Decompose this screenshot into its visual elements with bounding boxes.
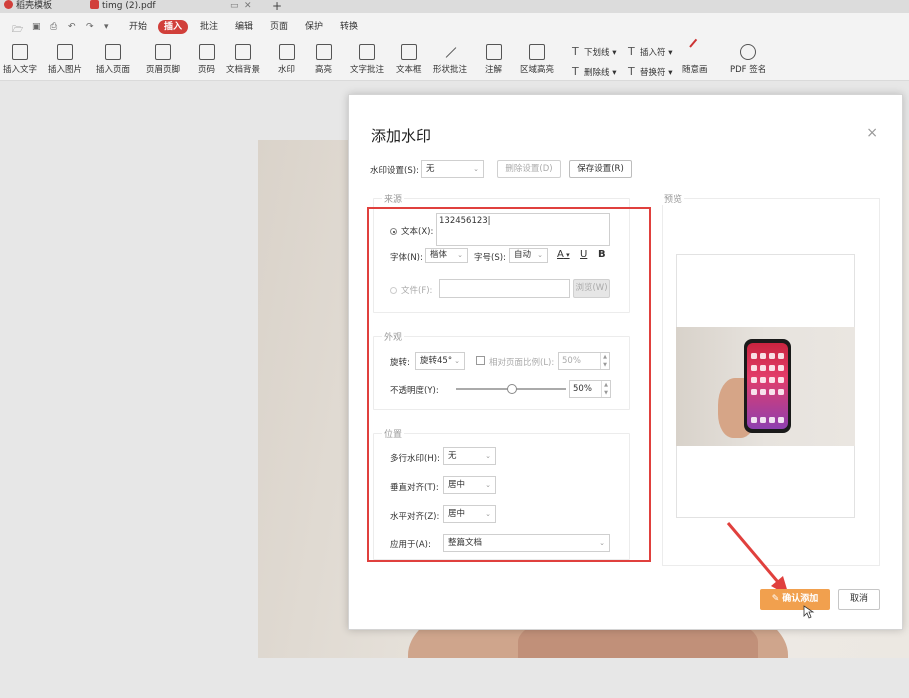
highlight-button[interactable]: 高亮 xyxy=(315,44,332,75)
app-icon xyxy=(760,365,766,371)
area-highlight-icon xyxy=(529,44,545,60)
textbox-button[interactable]: 文本框 xyxy=(396,44,422,75)
tab-close-icon[interactable]: ✕ xyxy=(244,0,252,13)
undo-icon[interactable]: ↶ xyxy=(68,22,76,32)
underline-icon: T xyxy=(572,45,579,58)
page-number-icon xyxy=(198,44,215,60)
save-setting-button[interactable]: 保存设置(R) xyxy=(569,160,632,178)
menu-comment[interactable]: 批注 xyxy=(200,20,218,34)
redo-icon[interactable]: ↷ xyxy=(86,22,94,32)
insert-image-button[interactable]: 插入图片 xyxy=(48,44,82,75)
quick-access-dropdown-icon[interactable]: ▾ xyxy=(104,22,109,32)
pdf-sign-button[interactable]: PDF 签名 xyxy=(730,44,766,75)
app-icon xyxy=(778,353,784,359)
watermark-icon xyxy=(278,44,295,60)
arrow-shaft xyxy=(726,522,785,589)
dialog-title: 添加水印 xyxy=(371,127,432,145)
cancel-button[interactable]: 取消 xyxy=(838,589,880,610)
menu-page[interactable]: 页面 xyxy=(270,20,288,34)
new-tab-button[interactable]: + xyxy=(272,0,282,13)
app-icon xyxy=(778,365,784,371)
dock-icon xyxy=(769,417,775,423)
confirm-add-button[interactable]: ✎ 确认添加 xyxy=(760,589,830,610)
app-icon xyxy=(760,389,766,395)
highlight-annotation-box xyxy=(367,207,651,562)
preview-title: 预览 xyxy=(662,192,685,205)
app-icon xyxy=(751,377,757,383)
app-icon xyxy=(760,353,766,359)
line-icon xyxy=(442,44,458,60)
insert-text-icon xyxy=(12,44,28,60)
image-icon xyxy=(57,44,73,60)
chevron-down-icon: ⌄ xyxy=(473,165,479,173)
menu-convert[interactable]: 转换 xyxy=(340,20,358,34)
close-icon[interactable]: × xyxy=(866,126,878,140)
print-icon[interactable]: ⎙ xyxy=(50,22,57,32)
header-footer-icon xyxy=(155,44,171,60)
mouse-cursor-icon xyxy=(803,605,815,619)
header-footer-button[interactable]: 页眉页脚 xyxy=(146,44,180,75)
open-folder-icon[interactable]: 🗁 xyxy=(12,22,23,38)
pdf-file-icon xyxy=(90,0,99,9)
insert-mark-button[interactable]: T 插入符 ▾ xyxy=(628,45,672,58)
add-page-icon xyxy=(105,44,121,60)
freehand-button[interactable]: 随意画 xyxy=(682,44,708,75)
app-icon xyxy=(751,389,757,395)
menu-start[interactable]: 开始 xyxy=(129,20,147,34)
wps-logo-icon xyxy=(4,0,13,9)
underline-button[interactable]: T 下划线 ▾ xyxy=(572,45,616,58)
page-number-button[interactable]: 页码 xyxy=(198,44,215,75)
app-icon xyxy=(760,377,766,383)
tab-bar: 稻壳模板 timg (2).pdf ▭ ✕ + xyxy=(0,0,909,13)
dock-icon xyxy=(778,417,784,423)
menu-protect[interactable]: 保护 xyxy=(305,20,323,34)
watermark-setting-label: 水印设置(S): xyxy=(370,166,419,176)
highlight-icon xyxy=(315,44,332,60)
app-icon xyxy=(778,377,784,383)
doc-background-button[interactable]: 文档背景 xyxy=(226,44,260,75)
watermark-setting-select[interactable]: 无 ⌄ xyxy=(421,160,484,178)
red-arrow-annotation xyxy=(726,522,789,596)
text-comment-button[interactable]: 文字批注 xyxy=(350,44,384,75)
save-icon[interactable]: ▣ xyxy=(32,22,41,32)
app-icon xyxy=(751,365,757,371)
source-group-title: 来源 xyxy=(382,192,405,205)
strikethrough-icon: T xyxy=(572,65,579,78)
dock-icon xyxy=(760,417,766,423)
menu-edit[interactable]: 编辑 xyxy=(235,20,253,34)
preview-phone-image xyxy=(744,339,791,433)
watermark-button[interactable]: 水印 xyxy=(278,44,295,75)
app-icon xyxy=(769,353,775,359)
insert-text-button[interactable]: 插入文字 xyxy=(3,44,37,75)
pen-icon xyxy=(687,44,703,60)
app-icon xyxy=(769,389,775,395)
phone-screen xyxy=(747,343,788,429)
annotation-icon xyxy=(485,44,502,60)
shape-comment-button[interactable]: 形状批注 xyxy=(433,44,467,75)
replace-mark-icon: T xyxy=(628,65,635,78)
insert-mark-icon: T xyxy=(628,45,635,58)
strikethrough-button[interactable]: T 删除线 ▾ xyxy=(572,65,616,78)
app-icon xyxy=(751,353,757,359)
tab-pin-icon[interactable]: ▭ xyxy=(230,0,239,13)
app-icon xyxy=(769,365,775,371)
cursor-shape xyxy=(803,605,815,619)
menu-insert[interactable]: 插入 xyxy=(158,20,189,34)
replace-mark-button[interactable]: T 替换符 ▾ xyxy=(628,65,672,78)
app-icon xyxy=(778,389,784,395)
textbox-icon xyxy=(400,44,417,60)
area-highlight-button[interactable]: 区域高亮 xyxy=(520,44,554,75)
app-icon xyxy=(769,377,775,383)
annotation-button[interactable]: 注解 xyxy=(485,44,502,75)
text-comment-icon xyxy=(359,44,375,60)
tab-templates[interactable]: 稻壳模板 xyxy=(4,0,52,13)
background-icon xyxy=(235,44,251,60)
dock-icon xyxy=(751,417,757,423)
delete-setting-button[interactable]: 删除设置(D) xyxy=(497,160,561,178)
watermark-confirm-icon: ✎ xyxy=(771,594,780,604)
tab-document[interactable]: timg (2).pdf xyxy=(90,0,156,13)
insert-page-button[interactable]: 插入页面 xyxy=(96,44,130,75)
signature-icon xyxy=(740,44,757,60)
